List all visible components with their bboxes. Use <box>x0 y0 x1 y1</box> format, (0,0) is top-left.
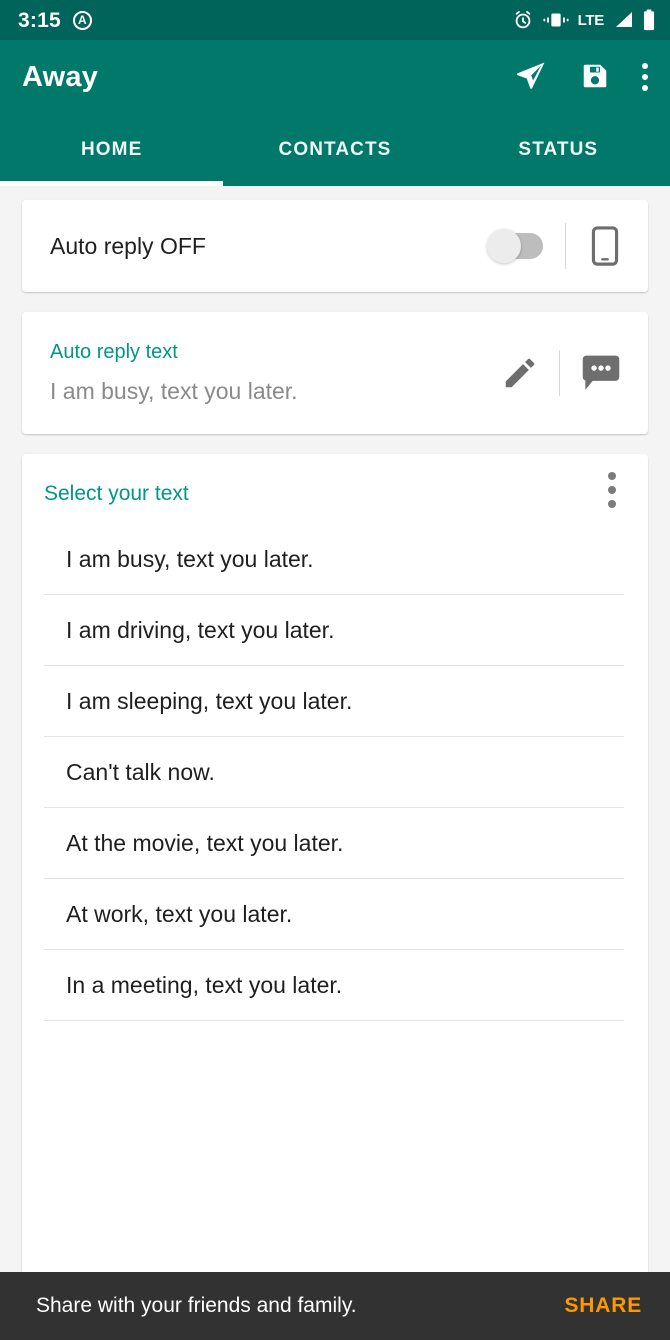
list-item[interactable]: At work, text you later. <box>44 879 624 950</box>
auto-reply-text-card: Auto reply text I am busy, text you late… <box>22 312 648 434</box>
overflow-menu-icon <box>608 500 616 508</box>
share-button[interactable]: SHARE <box>564 1294 642 1318</box>
alarm-icon <box>512 9 534 31</box>
divider <box>559 350 560 396</box>
select-text-card: Select your text I am busy, text you lat… <box>22 454 648 1340</box>
auto-reply-text-actions <box>501 350 622 396</box>
auto-reply-toggle[interactable] <box>487 229 543 263</box>
phone-icon[interactable] <box>588 225 622 267</box>
overflow-menu-icon <box>642 74 648 80</box>
signal-icon <box>612 10 634 30</box>
select-text-list: I am busy, text you later. I am driving,… <box>22 524 648 1021</box>
toggle-thumb <box>487 229 521 263</box>
overflow-menu-icon <box>642 63 648 69</box>
alpha-mode-icon: A <box>72 10 92 30</box>
auto-reply-controls <box>487 223 622 269</box>
auto-reply-text-label: Auto reply text <box>50 341 178 363</box>
list-item[interactable]: I am driving, text you later. <box>44 595 624 666</box>
list-item[interactable]: I am sleeping, text you later. <box>44 666 624 737</box>
auto-reply-text-value: I am busy, text you later. <box>50 378 298 404</box>
overflow-menu-icon <box>642 85 648 91</box>
network-type-label: LTE <box>577 11 605 29</box>
chat-bubble-icon[interactable] <box>580 353 622 393</box>
pencil-icon[interactable] <box>501 354 539 392</box>
list-item[interactable]: Can't talk now. <box>44 737 624 808</box>
tab-home[interactable]: HOME <box>0 114 224 186</box>
status-bar-left: 3:15 A <box>18 10 92 31</box>
status-bar-clock: 3:15 <box>18 8 61 32</box>
list-item[interactable]: In a meeting, text you later. <box>44 950 624 1021</box>
overflow-menu-icon <box>608 472 616 480</box>
auto-reply-text-body: Auto reply text I am busy, text you late… <box>50 341 298 405</box>
auto-reply-status-label: Auto reply OFF <box>50 232 206 259</box>
list-item[interactable]: I am busy, text you later. <box>44 524 624 595</box>
list-item[interactable]: At the movie, text you later. <box>44 808 624 879</box>
auto-reply-card: Auto reply OFF <box>22 200 648 292</box>
app-screen: 3:15 A LTE Away HOME CONTACTS STATUS Aut… <box>0 0 670 1340</box>
status-bar-right: LTE <box>512 9 656 31</box>
tab-status[interactable]: STATUS <box>447 114 670 186</box>
battery-icon <box>642 9 656 31</box>
share-snackbar: Share with your friends and family. SHAR… <box>0 1272 670 1340</box>
vibrate-icon <box>542 10 570 30</box>
save-button[interactable] <box>580 61 610 94</box>
app-bar-actions <box>514 59 648 96</box>
select-text-overflow-button[interactable] <box>602 470 622 510</box>
tab-contacts[interactable]: CONTACTS <box>223 114 446 186</box>
tab-bar: HOME CONTACTS STATUS <box>0 114 670 186</box>
select-text-label: Select your text <box>44 482 189 505</box>
select-text-header: Select your text <box>22 454 648 524</box>
send-icon <box>514 59 548 96</box>
app-bar: Away <box>0 40 670 114</box>
divider <box>565 223 566 269</box>
send-button[interactable] <box>514 59 548 96</box>
save-icon <box>580 61 610 94</box>
overflow-menu-icon <box>608 486 616 494</box>
main-content: Auto reply OFF Auto reply text I am busy… <box>0 186 670 1340</box>
snackbar-message: Share with your friends and family. <box>36 1294 357 1317</box>
app-bar-overflow-button[interactable] <box>642 63 648 91</box>
app-title: Away <box>22 60 99 93</box>
status-bar: 3:15 A LTE <box>0 0 670 40</box>
